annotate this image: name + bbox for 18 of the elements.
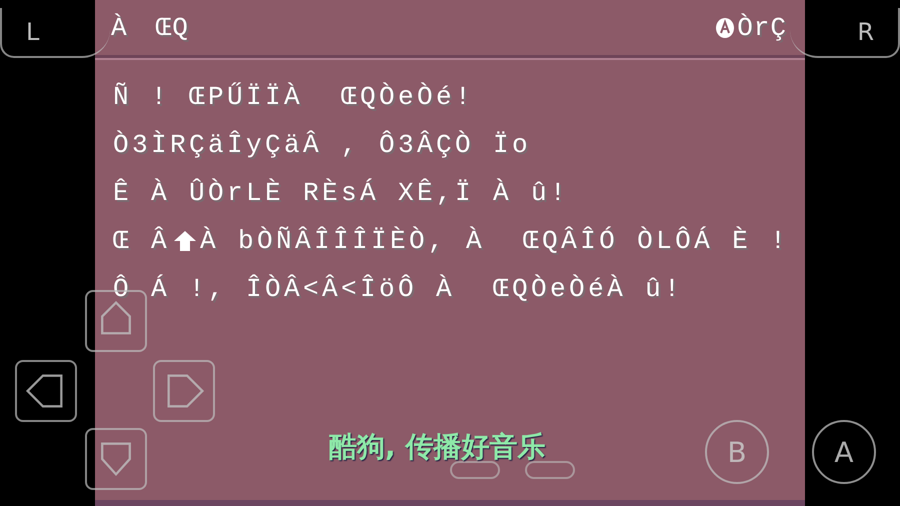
header-text: À [111,12,128,42]
l-shoulder-button[interactable]: L [0,8,110,58]
dialog-text: Ô Á !, ÎÒÂ<Â<ÎöÔ À ŒQÒeÒéÀ û! [113,274,684,304]
dpad-down-button[interactable] [85,428,147,490]
start-button[interactable] [525,461,575,479]
dialog-text: Ê À ÛÒrLÈ RÈsÁ XÊ,Ï À û! [113,178,570,208]
header-text: ÒrÇ [737,12,787,42]
up-arrow-icon [172,229,198,253]
header-text: ŒQ [156,12,189,42]
dialog-text: À bÒÑÂÎÎÎÏÈÒ, À ŒQÂÎÓ ÒLÔÁ È ! [200,226,790,256]
dialog-text: Ò3ÌRÇäÎyÇäÂ , Ô3ÂÇÒ Ïo [113,130,532,160]
a-button-icon [715,16,736,38]
subtitle-text: 酷狗, 传播好音乐 [329,433,546,461]
dialog-text: Ñ ! ŒPŰÏÏÀ ŒQÒeÒé! [113,82,474,112]
r-shoulder-button[interactable]: R [790,8,900,58]
a-button[interactable]: A [812,420,876,484]
dialog-text: Œ Â [113,226,170,256]
dpad-left-button[interactable] [15,360,77,422]
